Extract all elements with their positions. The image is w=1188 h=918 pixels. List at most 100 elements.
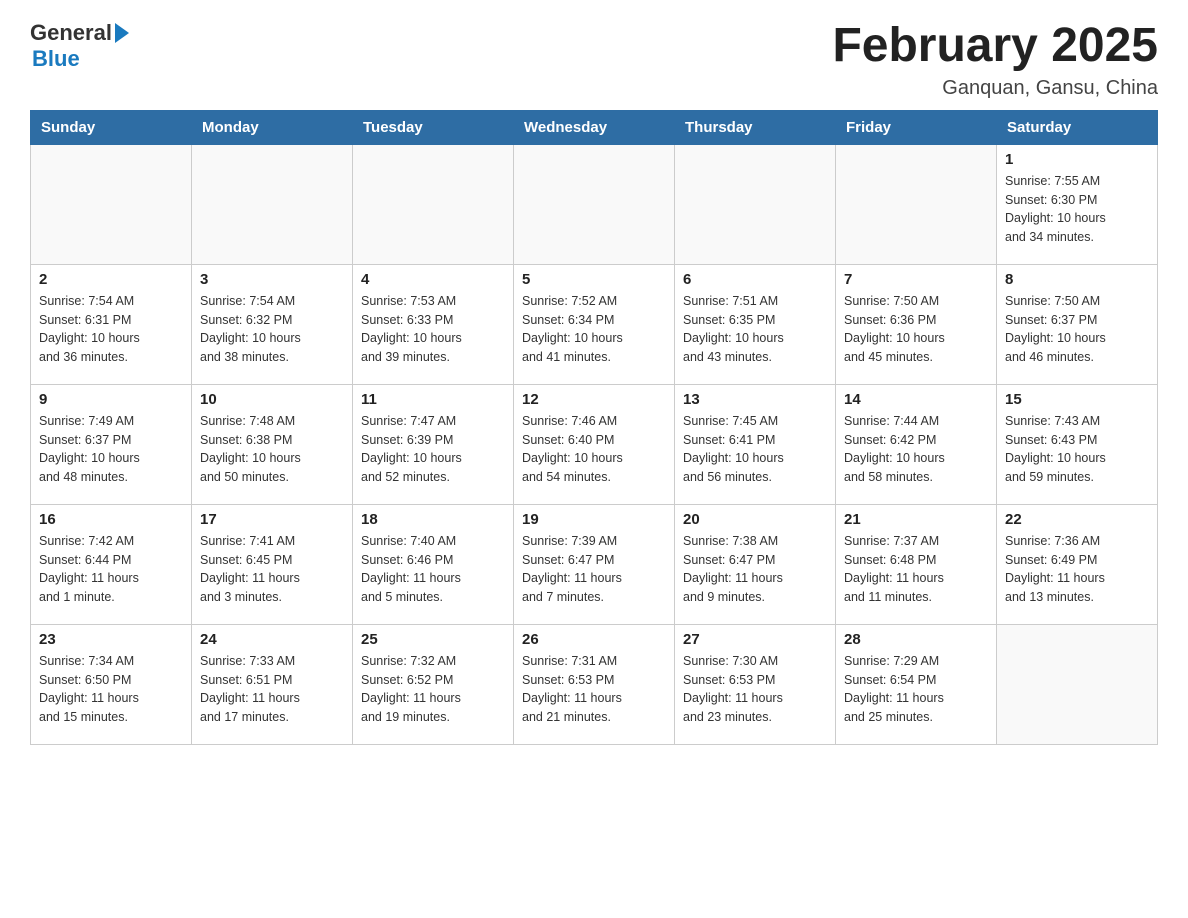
day-number: 21 bbox=[844, 511, 988, 528]
calendar-cell: 18 Sunrise: 7:40 AMSunset: 6:46 PMDayligh… bbox=[353, 504, 514, 624]
day-number: 23 bbox=[39, 631, 183, 648]
calendar-cell: 11 Sunrise: 7:47 AMSunset: 6:39 PMDayligh… bbox=[353, 384, 514, 504]
calendar-cell: 25Sunrise: 7:32 AMSunset: 6:52 PMDayligh… bbox=[353, 624, 514, 744]
calendar-cell: 9 Sunrise: 7:49 AMSunset: 6:37 PMDaylight… bbox=[31, 384, 192, 504]
day-number: 9 bbox=[39, 391, 183, 408]
weekday-header-sunday: Sunday bbox=[31, 110, 192, 144]
calendar-cell: 16 Sunrise: 7:42 AMSunset: 6:44 PMDayligh… bbox=[31, 504, 192, 624]
day-number: 11 bbox=[361, 391, 505, 408]
day-info: Sunrise: 7:52 AMSunset: 6:34 PMDaylight:… bbox=[522, 292, 666, 367]
day-number: 6 bbox=[683, 271, 827, 288]
month-title: February 2025 bbox=[832, 20, 1158, 73]
calendar-cell: 8 Sunrise: 7:50 AMSunset: 6:37 PMDaylight… bbox=[997, 264, 1158, 384]
day-info: Sunrise: 7:54 AMSunset: 6:32 PMDaylight:… bbox=[200, 292, 344, 367]
day-info: Sunrise: 7:55 AMSunset: 6:30 PMDaylight:… bbox=[1005, 172, 1149, 247]
logo-general-text: General bbox=[30, 20, 112, 46]
day-info: Sunrise: 7:29 AMSunset: 6:54 PMDaylight:… bbox=[844, 652, 988, 727]
day-info: Sunrise: 7:39 AMSunset: 6:47 PMDaylight:… bbox=[522, 532, 666, 607]
day-number: 7 bbox=[844, 271, 988, 288]
day-number: 5 bbox=[522, 271, 666, 288]
day-number: 16 bbox=[39, 511, 183, 528]
week-row-1: 1 Sunrise: 7:55 AMSunset: 6:30 PMDaylight… bbox=[31, 144, 1158, 264]
calendar-cell: 26Sunrise: 7:31 AMSunset: 6:53 PMDayligh… bbox=[514, 624, 675, 744]
calendar-cell: 21 Sunrise: 7:37 AMSunset: 6:48 PMDayligh… bbox=[836, 504, 997, 624]
weekday-header-monday: Monday bbox=[192, 110, 353, 144]
day-info: Sunrise: 7:36 AMSunset: 6:49 PMDaylight:… bbox=[1005, 532, 1149, 607]
calendar-cell: 2Sunrise: 7:54 AMSunset: 6:31 PMDaylight… bbox=[31, 264, 192, 384]
day-number: 18 bbox=[361, 511, 505, 528]
day-info: Sunrise: 7:30 AMSunset: 6:53 PMDaylight:… bbox=[683, 652, 827, 727]
calendar-cell: 23Sunrise: 7:34 AMSunset: 6:50 PMDayligh… bbox=[31, 624, 192, 744]
calendar-cell: 3 Sunrise: 7:54 AMSunset: 6:32 PMDaylight… bbox=[192, 264, 353, 384]
week-row-2: 2Sunrise: 7:54 AMSunset: 6:31 PMDaylight… bbox=[31, 264, 1158, 384]
weekday-header-tuesday: Tuesday bbox=[353, 110, 514, 144]
day-info: Sunrise: 7:44 AMSunset: 6:42 PMDaylight:… bbox=[844, 412, 988, 487]
day-number: 15 bbox=[1005, 391, 1149, 408]
calendar-cell: 7 Sunrise: 7:50 AMSunset: 6:36 PMDaylight… bbox=[836, 264, 997, 384]
day-info: Sunrise: 7:41 AMSunset: 6:45 PMDaylight:… bbox=[200, 532, 344, 607]
day-info: Sunrise: 7:43 AMSunset: 6:43 PMDaylight:… bbox=[1005, 412, 1149, 487]
day-info: Sunrise: 7:32 AMSunset: 6:52 PMDaylight:… bbox=[361, 652, 505, 727]
logo-blue-text: Blue bbox=[32, 46, 80, 72]
day-number: 22 bbox=[1005, 511, 1149, 528]
day-info: Sunrise: 7:51 AMSunset: 6:35 PMDaylight:… bbox=[683, 292, 827, 367]
weekday-header-thursday: Thursday bbox=[675, 110, 836, 144]
calendar-cell: 27 Sunrise: 7:30 AMSunset: 6:53 PMDayligh… bbox=[675, 624, 836, 744]
day-number: 19 bbox=[522, 511, 666, 528]
day-number: 1 bbox=[1005, 151, 1149, 168]
calendar-cell: 15 Sunrise: 7:43 AMSunset: 6:43 PMDayligh… bbox=[997, 384, 1158, 504]
day-number: 2 bbox=[39, 271, 183, 288]
calendar-cell: 1 Sunrise: 7:55 AMSunset: 6:30 PMDaylight… bbox=[997, 144, 1158, 264]
day-info: Sunrise: 7:38 AMSunset: 6:47 PMDaylight:… bbox=[683, 532, 827, 607]
calendar-cell bbox=[514, 144, 675, 264]
calendar-cell: 6 Sunrise: 7:51 AMSunset: 6:35 PMDaylight… bbox=[675, 264, 836, 384]
calendar-cell: 22 Sunrise: 7:36 AMSunset: 6:49 PMDayligh… bbox=[997, 504, 1158, 624]
calendar-cell: 12 Sunrise: 7:46 AMSunset: 6:40 PMDayligh… bbox=[514, 384, 675, 504]
calendar-cell: 10 Sunrise: 7:48 AMSunset: 6:38 PMDayligh… bbox=[192, 384, 353, 504]
day-number: 28 bbox=[844, 631, 988, 648]
day-info: Sunrise: 7:45 AMSunset: 6:41 PMDaylight:… bbox=[683, 412, 827, 487]
week-row-3: 9 Sunrise: 7:49 AMSunset: 6:37 PMDaylight… bbox=[31, 384, 1158, 504]
calendar-cell: 14 Sunrise: 7:44 AMSunset: 6:42 PMDayligh… bbox=[836, 384, 997, 504]
calendar-cell: 17 Sunrise: 7:41 AMSunset: 6:45 PMDayligh… bbox=[192, 504, 353, 624]
week-row-5: 23Sunrise: 7:34 AMSunset: 6:50 PMDayligh… bbox=[31, 624, 1158, 744]
day-number: 10 bbox=[200, 391, 344, 408]
weekday-header-saturday: Saturday bbox=[997, 110, 1158, 144]
day-number: 26 bbox=[522, 631, 666, 648]
day-number: 12 bbox=[522, 391, 666, 408]
calendar-cell bbox=[997, 624, 1158, 744]
day-number: 14 bbox=[844, 391, 988, 408]
calendar-cell: 28 Sunrise: 7:29 AMSunset: 6:54 PMDayligh… bbox=[836, 624, 997, 744]
day-number: 24 bbox=[200, 631, 344, 648]
day-number: 13 bbox=[683, 391, 827, 408]
weekday-header-wednesday: Wednesday bbox=[514, 110, 675, 144]
day-info: Sunrise: 7:50 AMSunset: 6:36 PMDaylight:… bbox=[844, 292, 988, 367]
day-number: 8 bbox=[1005, 271, 1149, 288]
day-info: Sunrise: 7:46 AMSunset: 6:40 PMDaylight:… bbox=[522, 412, 666, 487]
day-info: Sunrise: 7:53 AMSunset: 6:33 PMDaylight:… bbox=[361, 292, 505, 367]
day-info: Sunrise: 7:50 AMSunset: 6:37 PMDaylight:… bbox=[1005, 292, 1149, 367]
logo-triangle-icon bbox=[115, 23, 129, 43]
day-info: Sunrise: 7:49 AMSunset: 6:37 PMDaylight:… bbox=[39, 412, 183, 487]
day-number: 4 bbox=[361, 271, 505, 288]
title-area: February 2025 Ganquan, Gansu, China bbox=[832, 20, 1158, 100]
weekday-header-friday: Friday bbox=[836, 110, 997, 144]
day-number: 17 bbox=[200, 511, 344, 528]
day-info: Sunrise: 7:48 AMSunset: 6:38 PMDaylight:… bbox=[200, 412, 344, 487]
day-info: Sunrise: 7:47 AMSunset: 6:39 PMDaylight:… bbox=[361, 412, 505, 487]
day-number: 27 bbox=[683, 631, 827, 648]
weekday-header-row: SundayMondayTuesdayWednesdayThursdayFrid… bbox=[31, 110, 1158, 144]
calendar-cell bbox=[836, 144, 997, 264]
day-info: Sunrise: 7:42 AMSunset: 6:44 PMDaylight:… bbox=[39, 532, 183, 607]
day-info: Sunrise: 7:40 AMSunset: 6:46 PMDaylight:… bbox=[361, 532, 505, 607]
calendar-cell: 20Sunrise: 7:38 AMSunset: 6:47 PMDayligh… bbox=[675, 504, 836, 624]
logo: General Blue bbox=[30, 20, 129, 72]
calendar-cell: 13 Sunrise: 7:45 AMSunset: 6:41 PMDayligh… bbox=[675, 384, 836, 504]
page-header: General Blue February 2025 Ganquan, Gans… bbox=[30, 20, 1158, 100]
day-number: 3 bbox=[200, 271, 344, 288]
calendar-cell: 24 Sunrise: 7:33 AMSunset: 6:51 PMDayligh… bbox=[192, 624, 353, 744]
calendar-cell: 19 Sunrise: 7:39 AMSunset: 6:47 PMDayligh… bbox=[514, 504, 675, 624]
day-info: Sunrise: 7:37 AMSunset: 6:48 PMDaylight:… bbox=[844, 532, 988, 607]
calendar-table: SundayMondayTuesdayWednesdayThursdayFrid… bbox=[30, 110, 1158, 745]
day-info: Sunrise: 7:33 AMSunset: 6:51 PMDaylight:… bbox=[200, 652, 344, 727]
